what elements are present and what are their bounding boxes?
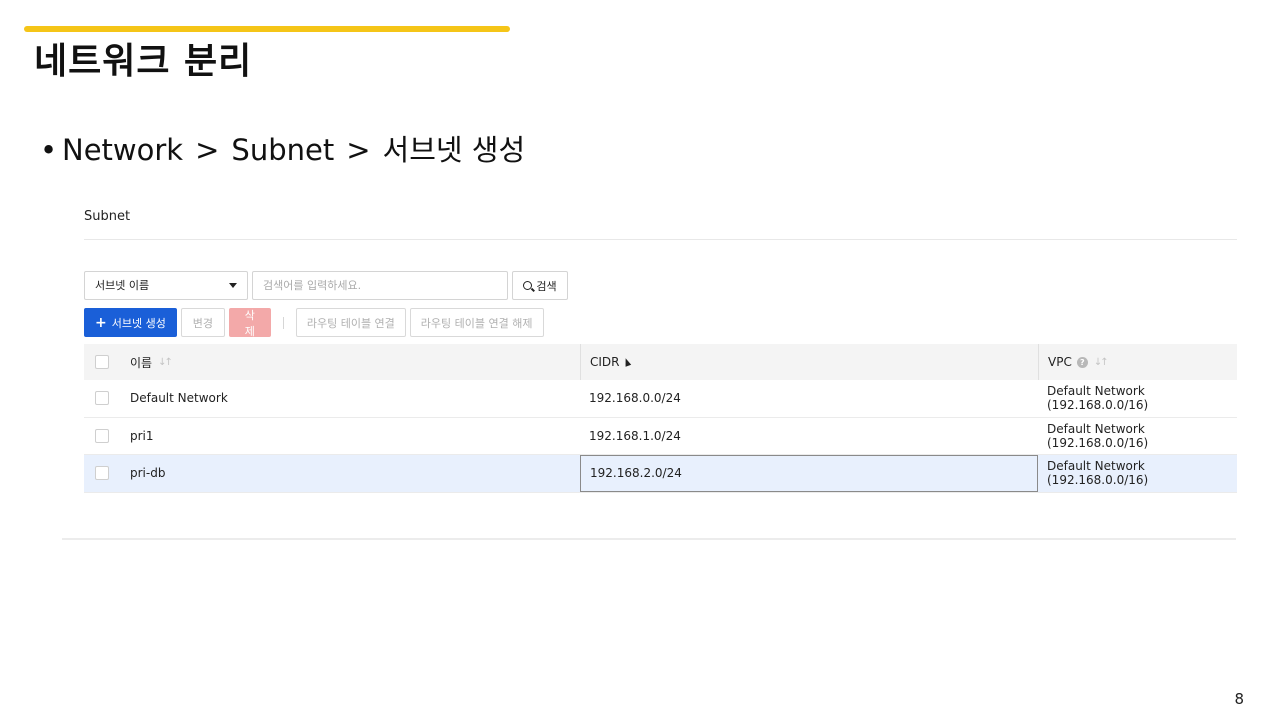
page-number: 8 bbox=[1234, 690, 1244, 708]
sort-icon[interactable]: ↓↑ bbox=[1094, 357, 1109, 368]
cell-cidr: 192.168.0.0/24 bbox=[589, 391, 681, 406]
row-checkbox-cell bbox=[84, 418, 130, 455]
sort-icon[interactable]: ↓↑ bbox=[158, 357, 173, 368]
table-header: 이름 ↓↑ CIDR VPC ? ↓↑ bbox=[84, 344, 1237, 380]
table-row[interactable]: Default Network 192.168.0.0/24 Default N… bbox=[84, 380, 1237, 418]
caret-down-icon bbox=[229, 283, 237, 288]
cell-cidr: 192.168.1.0/24 bbox=[589, 428, 681, 443]
table-row-selected[interactable]: pri-db 192.168.2.0/24 Default Network (1… bbox=[84, 455, 1237, 493]
delete-button[interactable]: 삭제 bbox=[228, 308, 271, 338]
header-vpc[interactable]: VPC ? ↓↑ bbox=[1038, 344, 1237, 380]
search-button[interactable]: 검색 bbox=[512, 271, 568, 300]
row-checkbox-cell bbox=[84, 455, 130, 492]
row-checkbox[interactable] bbox=[95, 428, 109, 443]
search-input[interactable] bbox=[252, 271, 508, 300]
cell-vpc: Default Network (192.168.0.0/16) bbox=[1047, 384, 1149, 413]
toolbar-divider bbox=[282, 316, 284, 329]
breadcrumb-bullet: • Network > Subnet > 서브넷 생성 bbox=[40, 128, 525, 172]
header-cidr[interactable]: CIDR bbox=[580, 344, 1038, 380]
mouse-cursor-icon bbox=[622, 357, 631, 367]
search-field-select-value: 서브넷 이름 bbox=[95, 279, 150, 292]
slide-title: 네트워크 분리 bbox=[34, 41, 253, 82]
action-toolbar: + 서브넷 생성 변경 삭제 라우팅 테이블 연결 라우팅 테이블 연결 해제 bbox=[84, 308, 544, 338]
breadcrumb-network: Network bbox=[62, 133, 184, 167]
row-checkbox-cell bbox=[84, 380, 130, 417]
header-vpc-label: VPC bbox=[1048, 355, 1072, 369]
cell-vpc: Default Network (192.168.0.0/16) bbox=[1047, 459, 1149, 488]
header-checkbox-cell bbox=[84, 344, 130, 380]
header-name-label: 이름 bbox=[130, 355, 153, 370]
title-accent-bar bbox=[24, 26, 510, 32]
search-field-select[interactable]: 서브넷 이름 bbox=[84, 271, 248, 300]
cell-name: pri-db bbox=[130, 466, 166, 481]
panel-title: Subnet bbox=[84, 200, 1237, 240]
bullet-dot: • bbox=[40, 133, 58, 167]
header-cidr-label: CIDR bbox=[590, 355, 620, 369]
cell-vpc: Default Network (192.168.0.0/16) bbox=[1047, 421, 1149, 450]
search-button-label: 검색 bbox=[536, 279, 557, 293]
subnet-panel: Subnet 서브넷 이름 검색 + 서브넷 생성 변경 삭제 라우팅 테이블 … bbox=[84, 200, 1237, 493]
search-icon bbox=[523, 281, 533, 290]
create-subnet-label: 서브넷 생성 bbox=[111, 316, 166, 330]
plus-icon: + bbox=[95, 314, 107, 331]
breadcrumb-separator: > bbox=[346, 133, 371, 167]
cell-name: Default Network bbox=[130, 391, 228, 406]
subnet-table: 이름 ↓↑ CIDR VPC ? ↓↑ Default Network 192.… bbox=[84, 344, 1237, 493]
attach-route-table-button[interactable]: 라우팅 테이블 연결 bbox=[295, 308, 406, 337]
bottom-divider bbox=[62, 538, 1236, 540]
row-checkbox[interactable] bbox=[95, 391, 109, 406]
cell-cidr-focused[interactable]: 192.168.2.0/24 bbox=[580, 455, 1038, 492]
breadcrumb-separator: > bbox=[195, 133, 220, 167]
header-name[interactable]: 이름 ↓↑ bbox=[130, 344, 580, 380]
select-all-checkbox[interactable] bbox=[95, 355, 109, 369]
breadcrumb-create-subnet: 서브넷 생성 bbox=[382, 133, 526, 167]
breadcrumb-subnet: Subnet bbox=[231, 133, 335, 167]
cell-name: pri1 bbox=[130, 428, 154, 443]
create-subnet-button[interactable]: + 서브넷 생성 bbox=[84, 308, 177, 337]
help-icon[interactable]: ? bbox=[1076, 356, 1088, 368]
row-checkbox[interactable] bbox=[95, 466, 109, 481]
change-button[interactable]: 변경 bbox=[180, 308, 225, 337]
detach-route-table-button[interactable]: 라우팅 테이블 연결 해제 bbox=[409, 308, 544, 337]
table-row[interactable]: pri1 192.168.1.0/24 Default Network (192… bbox=[84, 418, 1237, 455]
search-bar: 서브넷 이름 검색 bbox=[84, 271, 568, 300]
